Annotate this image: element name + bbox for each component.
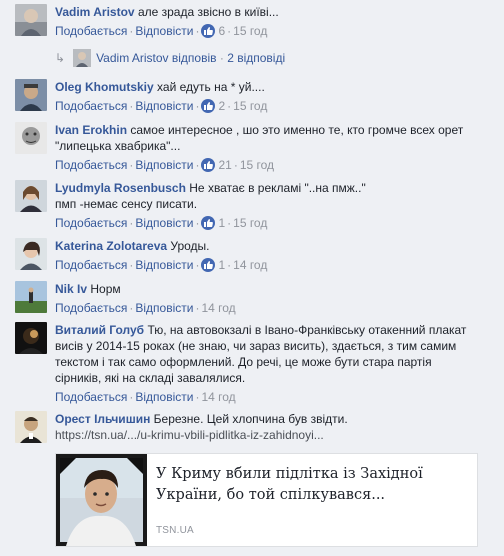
comment-author[interactable]: Lyudmyla Rosenbusch: [55, 181, 186, 195]
like-button[interactable]: Подобається: [55, 216, 127, 230]
like-button[interactable]: Подобається: [55, 158, 127, 172]
link-preview[interactable]: У Криму вбили підлітка із Західної Украї…: [55, 453, 478, 547]
comment-text: хай едуть на * уй....: [157, 80, 265, 94]
comment-author[interactable]: Katerina Zolotareva: [55, 239, 167, 253]
reply-button[interactable]: Відповісти: [135, 24, 193, 38]
like-count-icon[interactable]: [201, 258, 216, 272]
avatar[interactable]: [15, 238, 47, 270]
comment-text: Не хватає в рекламі "..на пмж..": [189, 181, 366, 195]
avatar[interactable]: [15, 79, 47, 111]
reply-verb: відповів: [171, 51, 217, 65]
reply-button[interactable]: Відповісти: [135, 301, 193, 315]
avatar[interactable]: [15, 281, 47, 313]
comment-text: Уроды.: [170, 239, 210, 253]
comment-author[interactable]: Vadim Aristov: [55, 5, 135, 19]
like-count[interactable]: 6: [218, 24, 225, 38]
like-button[interactable]: Подобається: [55, 258, 127, 272]
preview-domain: TSN.UA: [156, 525, 194, 536]
like-count[interactable]: 21: [218, 158, 231, 172]
reply-arrow-icon: ↳: [55, 51, 66, 65]
comment-text: Тю, на автовокзалі в Івано-Франківську о…: [147, 323, 467, 337]
comment-text-line: сірників, які на складі завалялися.: [55, 371, 246, 385]
comment-text: але зрада звісно в київі...: [137, 5, 279, 19]
reply-author[interactable]: Vadim Aristov: [96, 51, 168, 65]
preview-thumbnail[interactable]: [56, 454, 147, 546]
avatar[interactable]: [15, 4, 47, 36]
timestamp[interactable]: 15 год: [233, 24, 267, 38]
like-count-icon[interactable]: [201, 216, 216, 230]
avatar[interactable]: [15, 411, 47, 443]
comment-author[interactable]: Орест Ільчишин: [55, 412, 150, 426]
comment-text-line: пмп -немає сенсу писати.: [55, 197, 198, 211]
reply-button[interactable]: Відповісти: [135, 390, 193, 404]
comment-author[interactable]: Oleg Khomutskiy: [55, 80, 154, 94]
comment-text-line: "липецька хвабрика"...: [55, 139, 181, 153]
like-button[interactable]: Подобається: [55, 24, 127, 38]
like-count[interactable]: 1: [218, 216, 225, 230]
preview-title[interactable]: У Криму вбили підлітка із Західної Украї…: [156, 464, 466, 506]
avatar: [73, 49, 92, 67]
like-count-icon[interactable]: [201, 24, 216, 38]
like-count-icon[interactable]: [201, 158, 216, 172]
timestamp[interactable]: 14 год: [233, 258, 267, 272]
comment-text: Норм: [90, 282, 121, 296]
like-button[interactable]: Подобається: [55, 99, 127, 113]
avatar[interactable]: [15, 180, 47, 212]
comment-author[interactable]: Nik Iv: [55, 282, 87, 296]
avatar[interactable]: [15, 122, 47, 154]
timestamp[interactable]: 15 год: [233, 216, 267, 230]
reply-count[interactable]: 2 відповіді: [227, 51, 285, 65]
comment-text: Березне. Цей хлопчина був звідти.: [153, 412, 348, 426]
comment-text-line: текстом і так само оформлений. До речі, …: [55, 355, 432, 369]
like-button[interactable]: Подобається: [55, 301, 127, 315]
like-count[interactable]: 2: [218, 99, 225, 113]
comment-text-line: висів у 2014-15 роках (не знаю, чи зараз…: [55, 339, 457, 353]
like-count-icon[interactable]: [201, 99, 216, 113]
comment-author[interactable]: Виталий Голуб: [55, 323, 144, 337]
comment-author[interactable]: Ivan Erokhin: [55, 123, 127, 137]
comment-link[interactable]: https://tsn.ua/.../u-krimu-vbili-pidlitk…: [55, 427, 496, 443]
reply-button[interactable]: Відповісти: [135, 258, 193, 272]
timestamp[interactable]: 15 год: [233, 99, 267, 113]
replies-summary[interactable]: ↳ Vadim Aristov відповів · 2 відповіді: [55, 48, 285, 68]
like-button[interactable]: Подобається: [55, 390, 127, 404]
like-count[interactable]: 1: [218, 258, 225, 272]
timestamp[interactable]: 14 год: [201, 301, 235, 315]
reply-button[interactable]: Відповісти: [135, 99, 193, 113]
reply-button[interactable]: Відповісти: [135, 216, 193, 230]
timestamp[interactable]: 14 год: [201, 390, 235, 404]
timestamp[interactable]: 15 год: [240, 158, 274, 172]
reply-button[interactable]: Відповісти: [135, 158, 193, 172]
comment-text: самое интересное , шо это именно те, кто…: [130, 123, 464, 137]
avatar[interactable]: [15, 322, 47, 354]
